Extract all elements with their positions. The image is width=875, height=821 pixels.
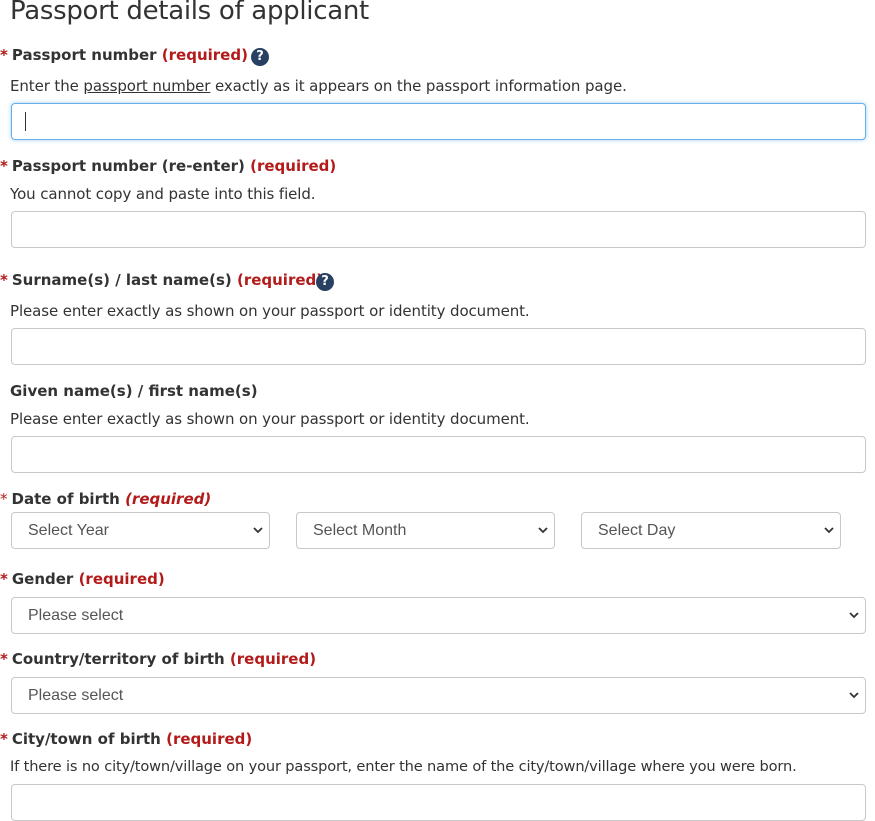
gender-label-text: Gender	[11, 570, 74, 588]
passport-number-label-text: Passport number	[11, 46, 157, 64]
birth-day-select[interactable]: Select Day	[581, 512, 841, 549]
passport-number-reenter-label-text: Passport number (re-enter)	[11, 157, 245, 175]
gender-select[interactable]: Please select	[11, 597, 866, 634]
birth-year-value: Select Year	[28, 522, 109, 539]
required-star: *	[0, 490, 8, 508]
passport-number-help-icon[interactable]: ?	[251, 48, 269, 66]
city-of-birth-label-text: City/town of birth	[11, 730, 161, 748]
gender-value: Please select	[28, 607, 124, 624]
required-text: (required)	[250, 157, 337, 175]
country-of-birth-value: Please select	[28, 687, 124, 704]
given-names-input[interactable]	[11, 436, 866, 473]
chevron-down-icon	[253, 527, 263, 534]
surname-help-icon[interactable]: ?	[316, 273, 334, 291]
country-of-birth-select[interactable]: Please select	[11, 677, 866, 714]
required-star: *	[0, 650, 8, 668]
passport-number-help: Enter the passport number exactly as it …	[10, 76, 627, 96]
text-cursor	[25, 112, 26, 131]
surname-help: Please enter exactly as shown on your pa…	[10, 302, 530, 320]
passport-number-help-prefix: Enter the	[10, 77, 79, 95]
birth-month-value: Select Month	[313, 522, 407, 539]
passport-number-link[interactable]: passport number	[83, 77, 210, 95]
page-title: Passport details of applicant	[10, 0, 369, 26]
passport-number-reenter-input[interactable]	[11, 211, 866, 248]
required-star: *	[0, 730, 8, 748]
city-of-birth-label: * City/town of birth (required)	[0, 729, 252, 749]
required-star: *	[0, 570, 8, 588]
birth-year-select[interactable]: Select Year	[11, 512, 270, 549]
surname-input[interactable]	[11, 328, 866, 365]
city-of-birth-help: If there is no city/town/village on your…	[10, 758, 797, 775]
required-star: *	[0, 271, 8, 289]
birth-day-value: Select Day	[598, 522, 676, 539]
passport-number-help-suffix: exactly as it appears on the passport in…	[215, 77, 627, 95]
required-text: (required)	[78, 570, 165, 588]
chevron-down-icon	[824, 527, 834, 534]
given-names-label: Given name(s) / first name(s)	[10, 382, 258, 400]
city-of-birth-input[interactable]	[11, 784, 866, 821]
country-of-birth-label: * Country/territory of birth (required)	[0, 649, 316, 669]
required-star: *	[0, 157, 8, 175]
passport-number-reenter-help: You cannot copy and paste into this fiel…	[10, 185, 316, 203]
given-names-help: Please enter exactly as shown on your pa…	[10, 410, 530, 428]
surname-label-text: Surname(s) / last name(s)	[11, 271, 232, 289]
chevron-down-icon	[849, 692, 859, 699]
required-text: (required)	[166, 730, 253, 748]
required-star: *	[0, 46, 8, 64]
required-text: (required)	[161, 46, 248, 64]
birth-month-select[interactable]: Select Month	[296, 512, 555, 549]
required-text: (required)	[229, 650, 317, 668]
chevron-down-icon	[538, 527, 548, 534]
date-of-birth-label-text: Date of birth	[11, 490, 120, 508]
passport-number-reenter-label: * Passport number (re-enter) (required)	[0, 156, 336, 176]
date-of-birth-label: * Date of birth (required)	[0, 489, 211, 509]
passport-number-input[interactable]	[11, 103, 866, 140]
required-text: (required)	[236, 271, 324, 289]
chevron-down-icon	[849, 612, 859, 619]
gender-label: * Gender (required)	[0, 569, 165, 589]
passport-number-label: * Passport number (required)	[0, 45, 248, 65]
country-of-birth-label-text: Country/territory of birth	[11, 650, 225, 668]
surname-label: * Surname(s) / last name(s) (required)	[0, 270, 323, 290]
required-text: (required)	[125, 490, 212, 508]
